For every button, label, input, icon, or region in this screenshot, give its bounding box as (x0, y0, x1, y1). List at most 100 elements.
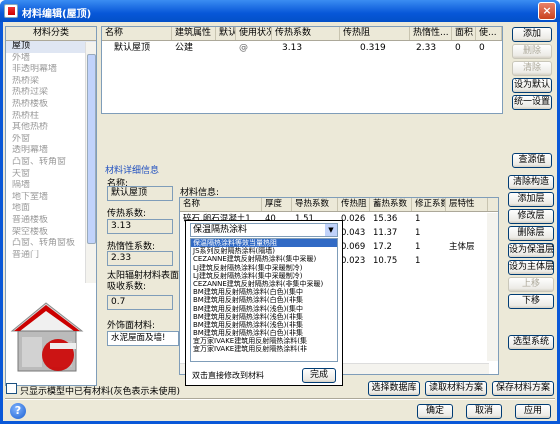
material-table[interactable]: 名称 建筑属性 默认 使用状况 传热系数 传热阻 热惰性... 面积 使... … (101, 26, 503, 114)
col-header[interactable]: 传热系数 (272, 27, 340, 40)
coating-list-item[interactable]: LJ建筑反射隔热涂料(集中采暖制冷) (191, 272, 337, 280)
table-row[interactable]: 默认屋顶 公建 @ 3.13 0.319 2.33 0 0 (102, 41, 502, 55)
coating-list-item[interactable]: BM建筑用反射隔热涂料(白色)(集中 (191, 288, 337, 296)
col-header[interactable]: 层特性 (446, 198, 488, 211)
scroll-thumb[interactable] (87, 54, 96, 244)
delete-button[interactable]: 删除 (512, 44, 552, 59)
coating-list-item[interactable]: BM建筑用反射隔热涂料(白色)(非集 (191, 296, 337, 304)
category-item[interactable]: 隔墙 (6, 180, 96, 192)
load-scheme-button[interactable]: 读取材料方案 (425, 381, 487, 396)
select-system-button[interactable]: 选型系统 (508, 335, 554, 350)
chevron-down-icon[interactable]: ▼ (325, 224, 337, 236)
cell-attr: 公建 (175, 43, 194, 53)
unify-settings-button[interactable]: 统一设置 (512, 95, 552, 110)
category-item[interactable]: 天窗 (6, 169, 96, 181)
modify-layer-button[interactable]: 修改层 (508, 209, 554, 224)
move-up-button[interactable]: 上移 (508, 277, 554, 292)
cell-default[interactable] (216, 41, 236, 55)
category-item[interactable]: 热桥柱 (6, 111, 96, 123)
category-scrollbar[interactable] (85, 42, 96, 283)
category-item[interactable]: 热桥过梁 (6, 87, 96, 99)
lookup-button[interactable]: 查源值 (512, 153, 552, 168)
col-header[interactable]: 建筑属性 (172, 27, 216, 40)
coating-list-item[interactable]: 宜万家IVAKE建筑用反射隔热涂料(集 (191, 337, 337, 345)
category-item[interactable]: 普通楼板 (6, 215, 96, 227)
detail-section-title: 材料详细信息 (105, 166, 160, 176)
show-used-only-checkbox[interactable] (6, 383, 17, 394)
category-item[interactable]: 热桥楼板 (6, 99, 96, 111)
save-scheme-button[interactable]: 保存材料方案 (492, 381, 554, 396)
category-item[interactable]: 外窗 (6, 134, 96, 146)
category-item[interactable]: 外墙 (6, 53, 96, 65)
material-preview-image (6, 285, 96, 385)
col-header[interactable]: 传热阻 (338, 198, 370, 211)
coating-list-item[interactable]: BM建筑用反射隔热涂料(浅色)(集中 (191, 305, 337, 313)
col-header[interactable]: 传热阻 (340, 27, 410, 40)
coating-list-item[interactable]: JS系列反射隔热涂料(隔墙) (191, 247, 337, 255)
col-header[interactable]: 导热系数 (292, 198, 338, 211)
category-list[interactable]: 屋顶 外墙 非透明幕墙 热桥梁 热桥过梁 热桥楼板 热桥柱 其他热桥 外窗 透明幕墙 凸窗、转角窗天… (6, 41, 96, 261)
coating-list-item[interactable]: BM建筑用反射隔热涂料(浅色)(非集 (191, 313, 337, 321)
coating-type-combo[interactable]: 保温隔热涂料 ▼ (190, 223, 338, 237)
col-header[interactable]: 使用状况 (236, 27, 272, 40)
col-header[interactable]: 蓄热系数 (370, 198, 412, 211)
coating-list-item[interactable]: 保温隔热涂料等效当量热阻 (191, 239, 337, 248)
coating-list[interactable]: 保温隔热涂料等效当量热阻 JS系列反射隔热涂料(隔墙) CEZANNE建筑反射隔热涂… (190, 238, 338, 362)
delete-layer-button[interactable]: 删除层 (508, 226, 554, 241)
category-item[interactable]: 非透明幕墙 (6, 64, 96, 76)
set-insulation-layer-button[interactable]: 设为保温层 (508, 243, 554, 258)
col-header[interactable]: 使... (476, 27, 502, 40)
col-header[interactable]: 热惰性... (410, 27, 452, 40)
layer-table-vscroll[interactable] (487, 213, 498, 361)
add-button[interactable]: 添加 (512, 27, 552, 42)
coating-list-item[interactable]: BM建筑用反射隔热涂料(白色)(非集 (191, 329, 337, 337)
layer-cell: 1 (415, 256, 421, 266)
category-item[interactable]: 普通门 (6, 250, 96, 262)
set-default-button[interactable]: 设为默认 (512, 78, 552, 93)
category-item[interactable]: 热桥梁 (6, 76, 96, 88)
close-button[interactable]: × (538, 2, 556, 20)
add-layer-button[interactable]: 添加层 (508, 192, 554, 207)
category-item[interactable]: 地面 (6, 203, 96, 215)
layer-cell: 1 (415, 242, 421, 252)
cell-area: 0 (455, 43, 461, 53)
coating-list-item[interactable]: LJ建筑反射隔热涂料(集中采暖制冷) (191, 264, 337, 272)
coating-list-item[interactable]: CEZANNE建筑反射隔热涂料(非集中采暖) (191, 280, 337, 288)
cell-resistance: 0.319 (360, 43, 386, 53)
done-button[interactable]: 完成 (302, 368, 336, 383)
col-header[interactable]: 修正系数 (412, 198, 446, 211)
category-item[interactable]: 架空楼板 (6, 227, 96, 239)
coating-list-item[interactable]: 宜万家IVAKE建筑用反射隔热涂料(非 (191, 345, 337, 353)
category-item[interactable]: 凸窗、转角窗板 (6, 238, 96, 250)
col-header[interactable]: 厚度 (262, 198, 292, 211)
category-item[interactable]: 凸窗、转角窗 (6, 157, 96, 169)
category-item[interactable]: 屋顶 (6, 41, 96, 53)
layer-cell: 10.75 (373, 256, 398, 266)
layer-cell: 1 (415, 228, 421, 238)
clear-structure-button[interactable]: 清除构造 (508, 175, 554, 190)
title-bar[interactable]: 材料编辑(屋顶) × (0, 0, 560, 22)
cell-inertia: 2.33 (416, 43, 437, 53)
cancel-button[interactable]: 取消 (466, 404, 502, 419)
category-item[interactable]: 透明幕墙 (6, 145, 96, 157)
ok-button[interactable]: 确定 (417, 404, 453, 419)
layer-cell: 15.36 (373, 214, 398, 224)
move-down-button[interactable]: 下移 (508, 294, 554, 309)
col-header[interactable]: 默认 (216, 27, 236, 40)
select-database-button[interactable]: 选择数据库 (368, 381, 420, 396)
exterior-material-select[interactable]: 水泥屋面及墙! (107, 331, 179, 346)
clear-button[interactable]: 清除 (512, 61, 552, 76)
layer-cell (446, 254, 488, 268)
apply-button[interactable]: 应用 (515, 404, 551, 419)
app-icon (4, 4, 18, 18)
col-header[interactable]: 名称 (102, 27, 172, 40)
col-header[interactable]: 名称 (180, 198, 262, 211)
coating-list-item[interactable]: BM建筑用反射隔热涂料(浅色)(非集 (191, 321, 337, 329)
category-item[interactable]: 地下室墙 (6, 192, 96, 204)
coating-list-item[interactable]: CEZANNE建筑反射隔热涂料(集中采暖) (191, 255, 337, 263)
col-header[interactable]: 面积 (452, 27, 476, 40)
help-icon[interactable]: ? (10, 403, 26, 419)
category-item[interactable]: 其他热桥 (6, 122, 96, 134)
inertia-field: 2.33 (107, 251, 173, 266)
set-main-layer-button[interactable]: 设为主体层 (508, 260, 554, 275)
